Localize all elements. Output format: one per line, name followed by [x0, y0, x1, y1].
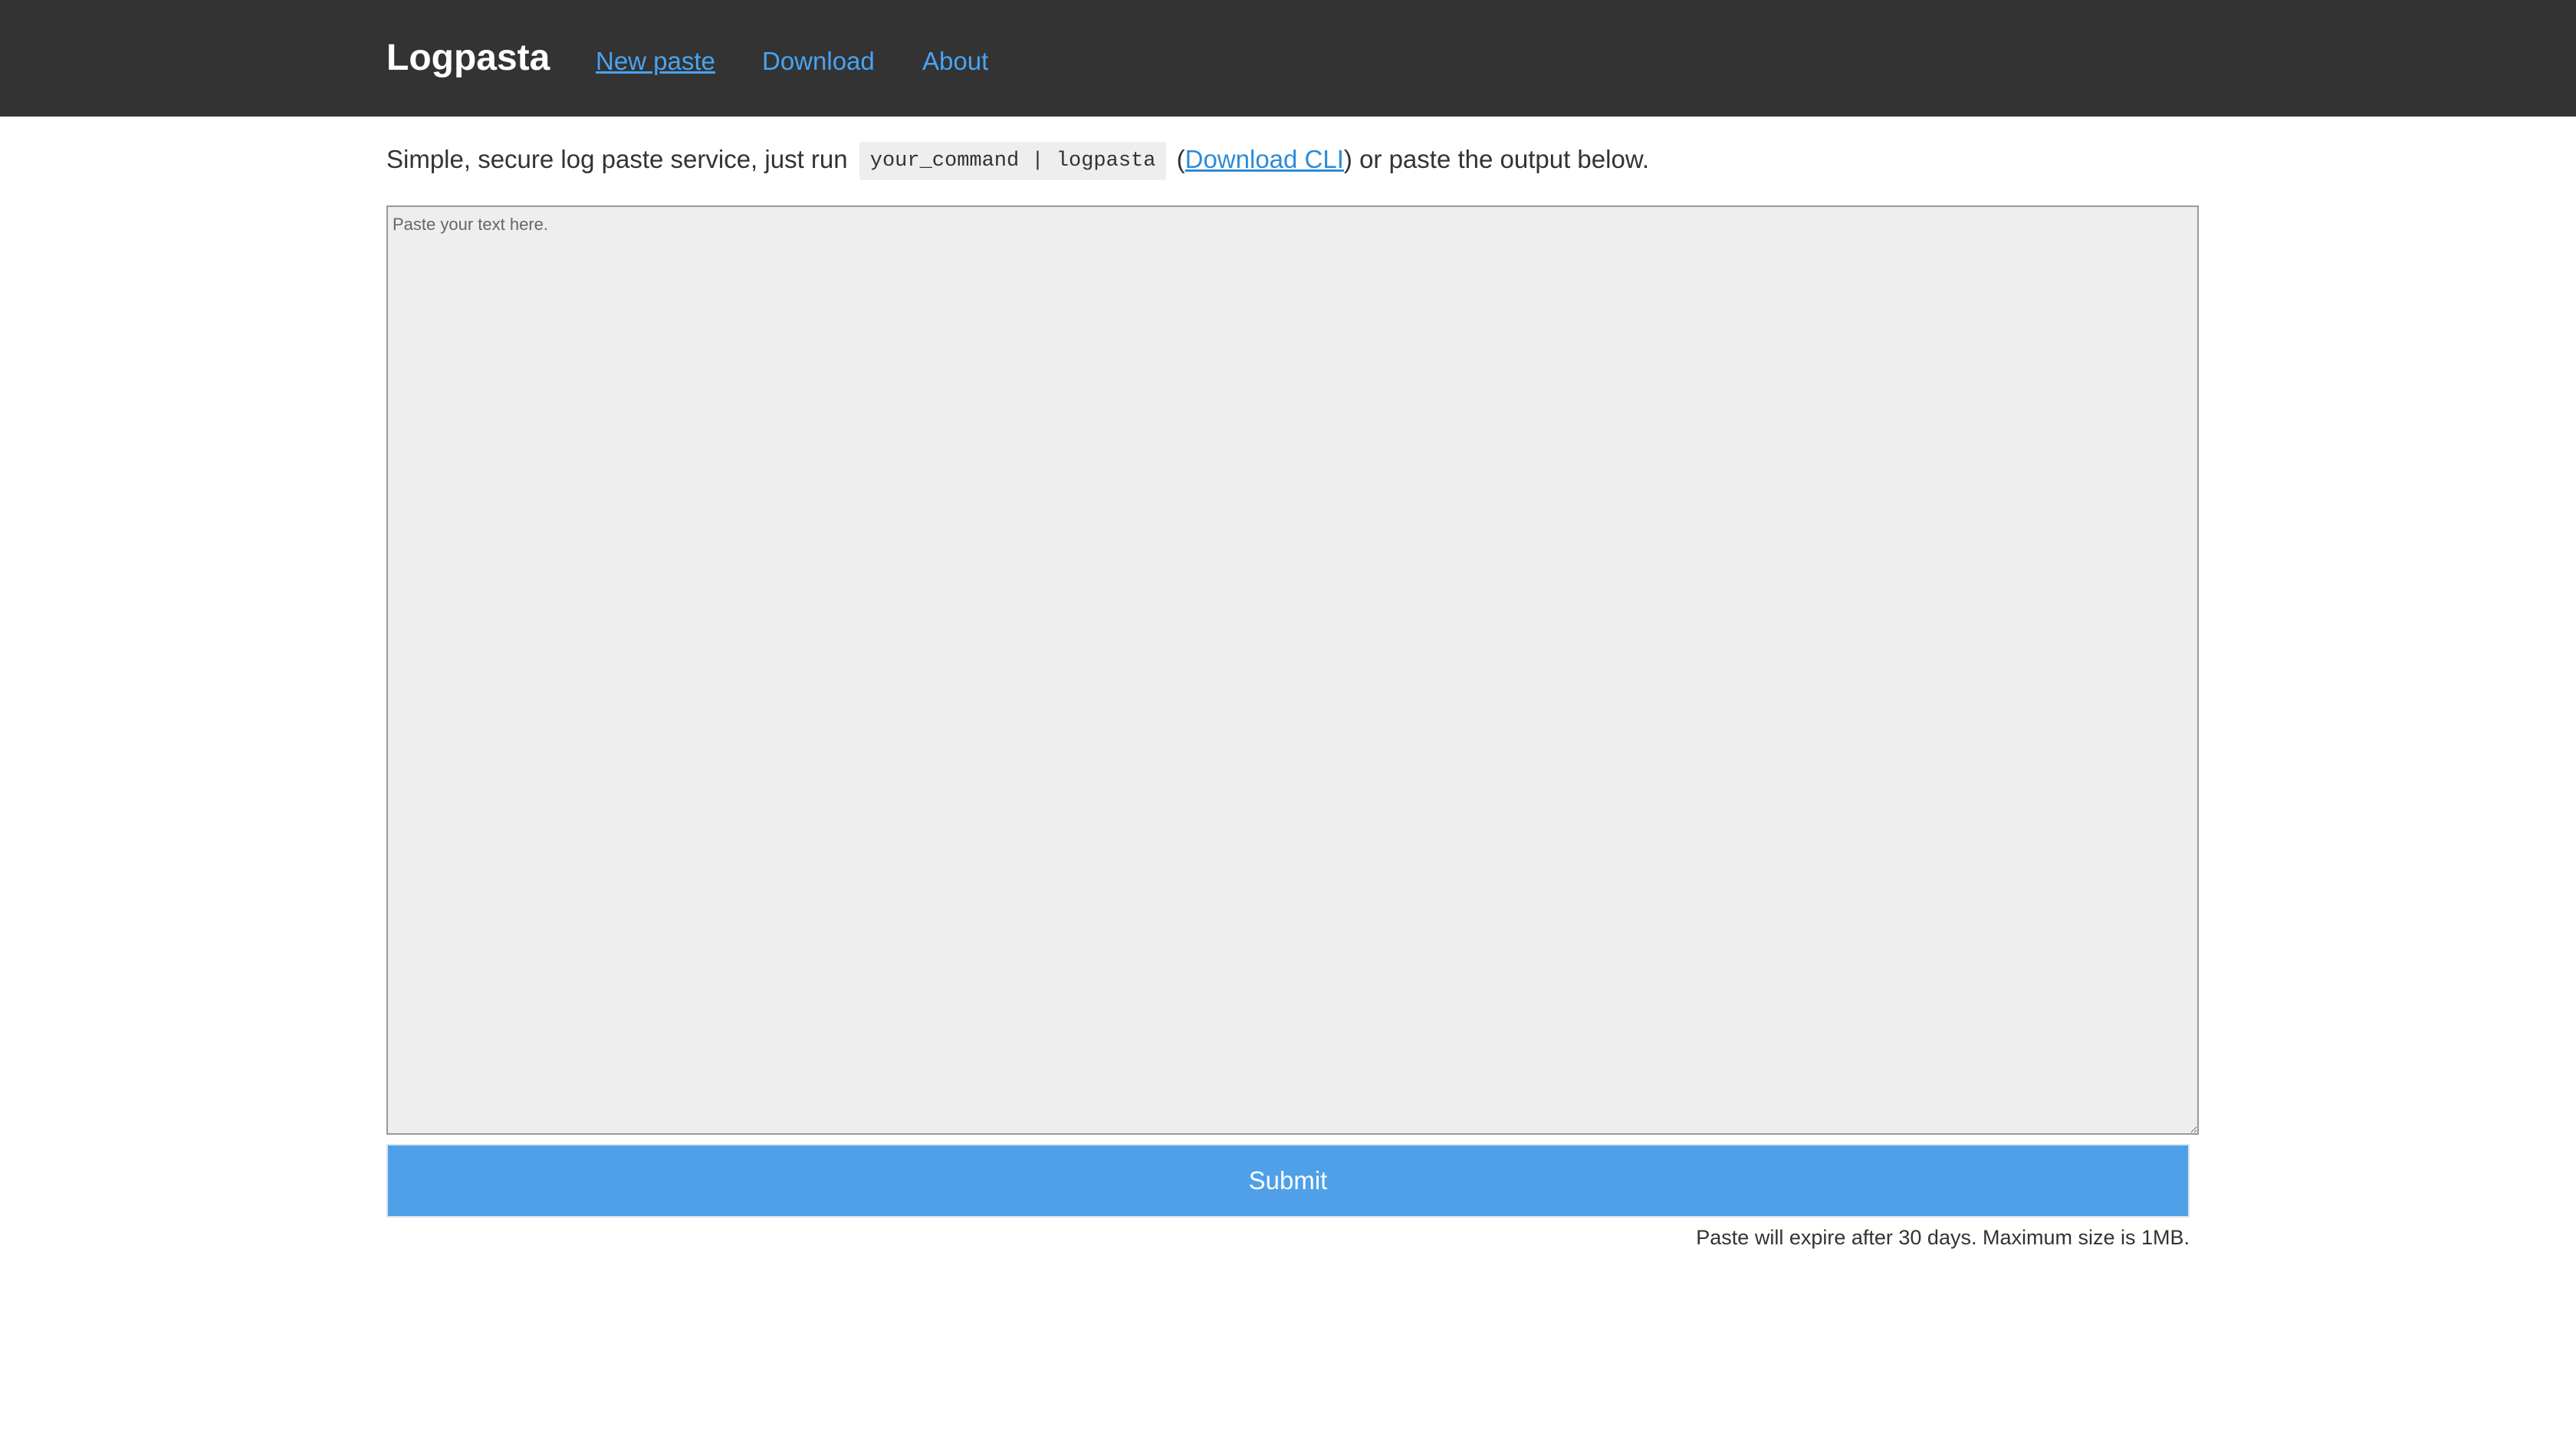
brand-logo[interactable]: Logpasta [386, 34, 550, 83]
nav-about[interactable]: About [922, 40, 988, 83]
top-navbar: Logpasta New paste Download About [0, 0, 2576, 117]
intro-text: Simple, secure log paste service, just r… [386, 141, 1649, 182]
download-cli-link[interactable]: Download CLI [1185, 145, 1344, 173]
intro-prefix: Simple, secure log paste service, just r… [386, 145, 848, 173]
nav-download[interactable]: Download [762, 40, 875, 83]
command-snippet: your_command | logpasta [859, 142, 1167, 181]
intro-open-paren: ( [1176, 145, 1185, 173]
nav-new-paste[interactable]: New paste [596, 40, 715, 83]
intro-suffix: ) or paste the output below. [1343, 145, 1650, 173]
paste-textarea[interactable] [386, 205, 2199, 1135]
expiry-note: Paste will expire after 30 days. Maximum… [1696, 1226, 2190, 1249]
submit-button[interactable]: Submit [386, 1144, 2190, 1218]
